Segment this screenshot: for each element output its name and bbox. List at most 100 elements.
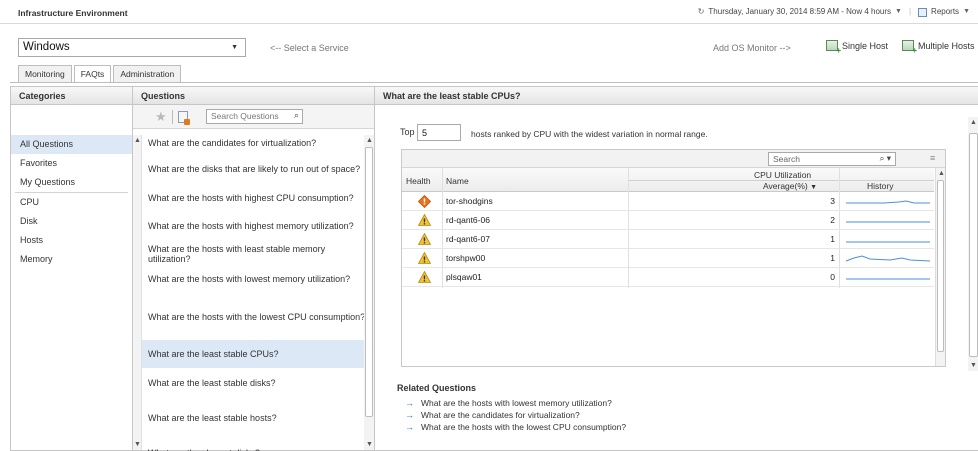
question-item[interactable]: What are the hosts with lowest memory ut… bbox=[142, 265, 372, 293]
table-row[interactable]: ! rd-qant6-07 1 bbox=[402, 230, 934, 249]
host-name[interactable]: torshpw00 bbox=[446, 253, 485, 263]
grid-search-placeholder: Search bbox=[773, 154, 800, 164]
multiple-hosts-label: Multiple Hosts bbox=[918, 40, 975, 51]
related-question-text: What are the hosts with the lowest CPU c… bbox=[421, 422, 627, 432]
top-description: hosts ranked by CPU with the widest vari… bbox=[471, 129, 708, 139]
question-item[interactable]: What are the hosts with highest CPU cons… bbox=[142, 187, 372, 209]
warning-status-icon: ! bbox=[417, 213, 432, 227]
related-question-link[interactable]: → What are the hosts with lowest memory u… bbox=[405, 397, 626, 409]
host-name[interactable]: rd-qant6-07 bbox=[446, 234, 490, 244]
multiple-hosts-button[interactable]: Multiple Hosts bbox=[902, 40, 975, 55]
history-sparkline bbox=[844, 233, 932, 248]
average-value: 1 bbox=[830, 253, 835, 263]
detail-scrollbar[interactable]: ▲ ▼ bbox=[968, 117, 978, 371]
category-item-my-questions[interactable]: My Questions bbox=[11, 173, 132, 192]
question-item[interactable]: What are the hosts with highest memory u… bbox=[142, 209, 372, 243]
svg-text:!: ! bbox=[423, 275, 427, 284]
chevron-down-icon[interactable]: ▼ bbox=[231, 44, 238, 51]
question-item[interactable]: What are the least stable disks? bbox=[142, 368, 372, 398]
related-question-text: What are the hosts with lowest memory ut… bbox=[421, 398, 612, 408]
scrollbar-thumb[interactable] bbox=[365, 147, 373, 417]
host-name[interactable]: rd-qant6-06 bbox=[446, 215, 490, 225]
categories-column: Categories All Questions Favorites My Ques… bbox=[11, 87, 133, 450]
tab-monitoring[interactable]: Monitoring bbox=[18, 65, 72, 82]
svg-text:!: ! bbox=[423, 237, 427, 246]
single-host-button[interactable]: Single Host bbox=[826, 40, 888, 55]
grid-header: Health Name CPU Utilization Average(%) ▼… bbox=[402, 168, 934, 192]
questions-search-input[interactable]: Search Questions ⌕ bbox=[206, 109, 303, 124]
questions-left-scrollbar[interactable]: ▲ ▼ bbox=[133, 135, 142, 450]
scrollbar-thumb[interactable] bbox=[937, 180, 944, 352]
table-row[interactable]: ! torshpw00 1 bbox=[402, 249, 934, 268]
questions-column: Questions ★ Search Questions ⌕ ▲ ▼ What … bbox=[133, 87, 375, 451]
search-icon[interactable]: ⌕ ▾ bbox=[880, 153, 891, 164]
reports-dropdown-icon[interactable]: ▼ bbox=[963, 8, 970, 15]
question-item[interactable]: What are the least stable CPUs? bbox=[142, 340, 372, 368]
categories-list: All Questions Favorites My Questions CPU Dis… bbox=[11, 135, 132, 269]
grid-toolbar: Search ⌕ ▾ ≡ bbox=[402, 150, 945, 168]
detail-title: What are the least stable CPUs? bbox=[375, 87, 978, 105]
time-range-selector[interactable]: Thursday, January 30, 2014 8:59 AM - Now… bbox=[708, 7, 891, 16]
search-icon[interactable]: ⌕ bbox=[294, 110, 299, 121]
related-question-link[interactable]: → What are the hosts with the lowest CPU … bbox=[405, 421, 626, 433]
table-row[interactable]: ! tor-shodgins 3 bbox=[402, 192, 934, 211]
tab-administration[interactable]: Administration bbox=[113, 65, 182, 82]
grid-scrollbar[interactable]: ▲ bbox=[935, 168, 945, 366]
new-question-icon[interactable] bbox=[178, 111, 190, 125]
add-hosts-icon bbox=[902, 40, 917, 55]
category-item-memory[interactable]: Memory bbox=[11, 250, 132, 269]
question-item[interactable]: What are the least stable hosts? bbox=[142, 398, 372, 438]
arrow-right-icon: → bbox=[405, 422, 414, 432]
table-row[interactable]: ! plsqaw01 0 bbox=[402, 268, 934, 287]
scroll-up-arrow-icon[interactable]: ▲ bbox=[366, 137, 373, 144]
scroll-up-arrow-icon[interactable]: ▲ bbox=[134, 137, 141, 144]
question-detail: What are the least stable CPUs? Top 5 ho… bbox=[375, 87, 978, 450]
host-name[interactable]: tor-shodgins bbox=[446, 196, 493, 206]
tab-faqts[interactable]: FAQts bbox=[73, 65, 112, 83]
questions-scrollbar[interactable]: ▲ ▼ bbox=[364, 135, 374, 450]
scroll-down-arrow-icon[interactable]: ▼ bbox=[134, 441, 141, 448]
top-count-input[interactable]: 5 bbox=[417, 124, 461, 141]
time-range-dropdown-icon[interactable]: ▼ bbox=[895, 8, 902, 15]
table-row[interactable]: ! rd-qant6-06 2 bbox=[402, 211, 934, 230]
history-sparkline bbox=[844, 271, 932, 286]
average-value: 1 bbox=[830, 234, 835, 244]
scroll-up-arrow-icon[interactable]: ▲ bbox=[938, 170, 945, 177]
category-item-favorites[interactable]: Favorites bbox=[11, 154, 132, 173]
divider: | bbox=[908, 7, 912, 16]
svg-text:!: ! bbox=[423, 256, 427, 265]
grid-search-input[interactable]: Search ⌕ ▾ bbox=[768, 152, 896, 166]
scroll-down-arrow-icon[interactable]: ▼ bbox=[970, 362, 977, 369]
add-os-monitor-label: Add OS Monitor --> bbox=[713, 43, 791, 53]
health-column-header[interactable]: Health bbox=[406, 176, 431, 186]
scroll-down-arrow-icon[interactable]: ▼ bbox=[366, 441, 373, 448]
svg-text:!: ! bbox=[423, 198, 427, 207]
scrollbar-thumb[interactable] bbox=[969, 133, 978, 357]
category-item-cpu[interactable]: CPU bbox=[11, 193, 132, 212]
question-item[interactable]: What are the candidates for virtualizati… bbox=[142, 135, 372, 150]
favorite-star-icon[interactable]: ★ bbox=[155, 110, 167, 123]
faqts-panel: Categories All Questions Favorites My Ques… bbox=[10, 86, 978, 451]
reports-menu[interactable]: Reports bbox=[931, 7, 959, 16]
service-select[interactable]: Windows ▼ bbox=[18, 38, 246, 57]
average-value: 3 bbox=[830, 196, 835, 206]
column-chooser-icon[interactable]: ≡ bbox=[930, 153, 935, 163]
question-item[interactable]: What are the hosts with the lowest CPU c… bbox=[142, 293, 372, 340]
average-column-header[interactable]: Average(%) ▼ bbox=[763, 181, 817, 191]
history-sparkline bbox=[844, 214, 932, 229]
question-item[interactable]: What are the hosts with least stable mem… bbox=[142, 243, 372, 265]
question-item[interactable]: What are the disks that are likely to ru… bbox=[142, 152, 372, 186]
category-item-disk[interactable]: Disk bbox=[11, 212, 132, 231]
scroll-up-arrow-icon[interactable]: ▲ bbox=[970, 119, 977, 126]
history-column-header[interactable]: History bbox=[867, 181, 893, 191]
tab-bar: Monitoring FAQts Administration bbox=[18, 65, 182, 83]
question-item[interactable]: What are the slowest disks? bbox=[142, 438, 372, 451]
svg-text:!: ! bbox=[423, 218, 427, 227]
average-column-label: Average(%) bbox=[763, 181, 808, 191]
related-question-link[interactable]: → What are the candidates for virtualizat… bbox=[405, 409, 626, 421]
toolbar-divider bbox=[172, 110, 173, 124]
name-column-header[interactable]: Name bbox=[446, 176, 469, 186]
category-item-all-questions[interactable]: All Questions bbox=[11, 135, 132, 154]
host-name[interactable]: plsqaw01 bbox=[446, 272, 482, 282]
category-item-hosts[interactable]: Hosts bbox=[11, 231, 132, 250]
